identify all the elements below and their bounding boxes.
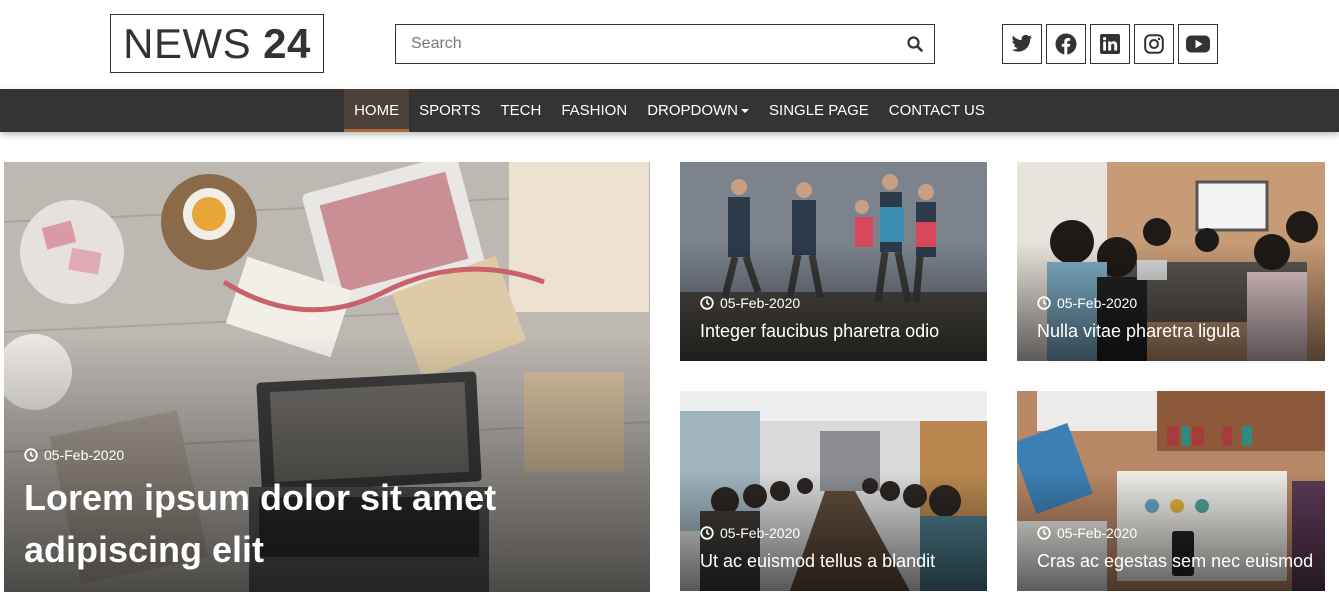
article-card[interactable]: 05-Feb-2020 Nulla vitae pharetra ligula <box>1017 162 1325 361</box>
article-date-text: 05-Feb-2020 <box>1057 525 1138 541</box>
nav-item-contact-us[interactable]: CONTACT US <box>879 89 995 132</box>
article-date-text: 05-Feb-2020 <box>1057 295 1138 311</box>
youtube-icon <box>1186 35 1210 53</box>
twitter-link[interactable] <box>1002 24 1042 64</box>
logo-number: 24 <box>263 19 311 67</box>
linkedin-link[interactable] <box>1090 24 1130 64</box>
instagram-link[interactable] <box>1134 24 1174 64</box>
nav-item-dropdown[interactable]: DROPDOWN <box>637 89 759 132</box>
search-box <box>395 24 935 64</box>
site-logo[interactable]: NEWS 24 <box>110 14 324 73</box>
article-date-text: 05-Feb-2020 <box>720 295 801 311</box>
clock-icon <box>700 526 714 540</box>
nav-item-fashion[interactable]: FASHION <box>551 89 637 132</box>
article-title-line-2: adipiscing elit <box>24 529 265 570</box>
article-title[interactable]: Ut ac euismod tellus a blandit <box>700 551 935 572</box>
clock-icon <box>700 296 714 310</box>
clock-icon <box>1037 296 1051 310</box>
article-date: 05-Feb-2020 <box>700 295 800 311</box>
caret-down-icon <box>741 108 750 113</box>
nav-item-dropdown-label: DROPDOWN <box>647 102 739 119</box>
article-title[interactable]: Cras ac egestas sem nec euismod <box>1037 551 1313 572</box>
article-card[interactable]: 05-Feb-2020 Integer faucibus pharetra od… <box>680 162 987 361</box>
nav-item-home[interactable]: HOME <box>344 89 410 132</box>
clock-icon <box>1037 526 1051 540</box>
search-icon <box>907 36 923 52</box>
article-date-text: 05-Feb-2020 <box>44 447 125 463</box>
article-date-text: 05-Feb-2020 <box>720 525 801 541</box>
article-title[interactable]: Nulla vitae pharetra ligula <box>1037 321 1240 342</box>
youtube-link[interactable] <box>1178 24 1218 64</box>
article-date: 05-Feb-2020 <box>1037 295 1137 311</box>
nav-item-sports[interactable]: SPORTS <box>409 89 490 132</box>
article-title[interactable]: Lorem ipsum dolor sit amet adipiscing el… <box>24 472 624 576</box>
article-date: 05-Feb-2020 <box>24 447 124 463</box>
featured-article[interactable]: 05-Feb-2020 Lorem ipsum dolor sit amet a… <box>4 162 650 592</box>
clock-icon <box>24 448 38 462</box>
twitter-icon <box>1011 34 1033 52</box>
search-input[interactable] <box>396 25 896 63</box>
facebook-icon <box>1055 33 1077 55</box>
article-title-line-1: Lorem ipsum dolor sit amet <box>24 477 497 518</box>
article-date: 05-Feb-2020 <box>1037 525 1137 541</box>
instagram-icon <box>1144 34 1164 54</box>
article-card[interactable]: 05-Feb-2020 Cras ac egestas sem nec euis… <box>1017 391 1325 591</box>
search-button[interactable] <box>896 25 934 63</box>
facebook-link[interactable] <box>1046 24 1086 64</box>
article-card[interactable]: 05-Feb-2020 Ut ac euismod tellus a bland… <box>680 391 987 591</box>
linkedin-icon <box>1100 34 1120 54</box>
social-links <box>1002 24 1218 64</box>
main-nav: HOME SPORTS TECH FASHION DROPDOWN SINGLE… <box>0 89 1339 132</box>
nav-item-single-page[interactable]: SINGLE PAGE <box>759 89 879 132</box>
article-date: 05-Feb-2020 <box>700 525 800 541</box>
logo-text: NEWS <box>123 19 252 67</box>
site-header: NEWS 24 <box>0 0 1339 89</box>
article-title[interactable]: Integer faucibus pharetra odio <box>700 321 939 342</box>
nav-item-tech[interactable]: TECH <box>490 89 551 132</box>
